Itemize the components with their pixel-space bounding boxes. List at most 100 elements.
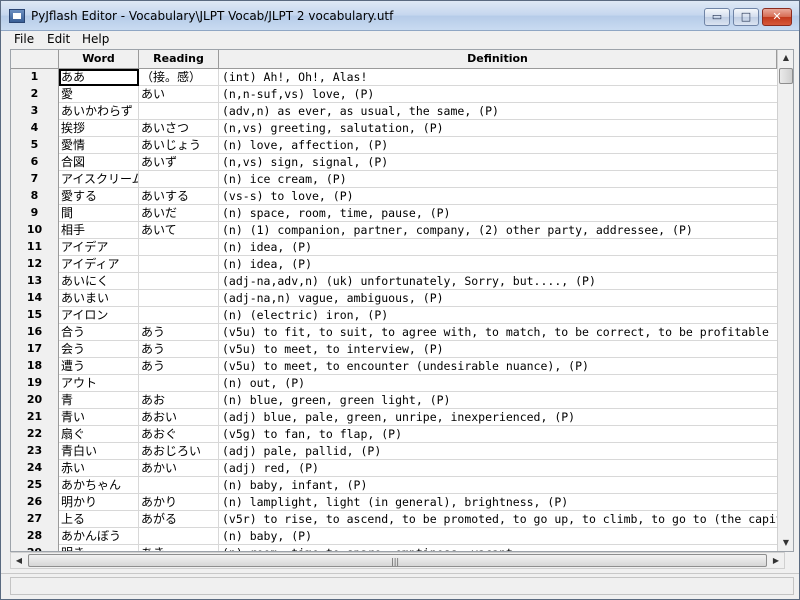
cell-definition[interactable]: (adj-na,adv,n) (uk) unfortunately, Sorry… <box>219 273 777 290</box>
cell-reading[interactable]: あいする <box>139 188 219 205</box>
table-row[interactable]: 7 アイスクリーム (n) ice cream, (P) <box>11 171 777 188</box>
table-row[interactable]: 28 あかんぼう (n) baby, (P) <box>11 528 777 545</box>
cell-definition[interactable]: (v5g) to fan, to flap, (P) <box>219 426 777 443</box>
header-word[interactable]: Word <box>59 50 139 69</box>
row-number[interactable]: 22 <box>11 426 59 443</box>
table-row[interactable]: 17 会う あう (v5u) to meet, to interview, (P) <box>11 341 777 358</box>
cell-definition[interactable]: (n) ice cream, (P) <box>219 171 777 188</box>
cell-word[interactable]: 相手 <box>59 222 139 239</box>
cell-reading[interactable]: あう <box>139 324 219 341</box>
row-number[interactable]: 21 <box>11 409 59 426</box>
maximize-button[interactable]: □ <box>733 8 759 26</box>
cell-word[interactable]: アイディア <box>59 256 139 273</box>
scroll-left-icon[interactable]: ◀ <box>11 553 27 568</box>
cell-word[interactable]: 青 <box>59 392 139 409</box>
row-number[interactable]: 11 <box>11 239 59 256</box>
cell-definition[interactable]: (n) love, affection, (P) <box>219 137 777 154</box>
row-number[interactable]: 13 <box>11 273 59 290</box>
cell-definition[interactable]: (adj) red, (P) <box>219 460 777 477</box>
table-row[interactable]: 25 あかちゃん (n) baby, infant, (P) <box>11 477 777 494</box>
cell-word[interactable]: あいにく <box>59 273 139 290</box>
cell-reading[interactable] <box>139 290 219 307</box>
cell-definition[interactable]: (adj-na,n) vague, ambiguous, (P) <box>219 290 777 307</box>
row-number[interactable]: 4 <box>11 120 59 137</box>
minimize-button[interactable]: ▭ <box>704 8 730 26</box>
table-row[interactable]: 9 間あいだ (n) space, room, time, pause, (P) <box>11 205 777 222</box>
cell-word[interactable]: 合図 <box>59 154 139 171</box>
row-number[interactable]: 28 <box>11 528 59 545</box>
cell-reading[interactable] <box>139 477 219 494</box>
cell-reading[interactable]: あがる <box>139 511 219 528</box>
cell-definition[interactable]: (n) room, time to spare, emptiness, vaca… <box>219 545 777 551</box>
table-row[interactable]: 18 遭う あう (v5u) to meet, to encounter (undes… <box>11 358 777 375</box>
cell-reading[interactable]: あいず <box>139 154 219 171</box>
row-number[interactable]: 10 <box>11 222 59 239</box>
cell-word[interactable]: 赤い <box>59 460 139 477</box>
cell-definition[interactable]: (v5u) to meet, to interview, (P) <box>219 341 777 358</box>
vertical-scroll-thumb[interactable] <box>779 68 793 84</box>
table-row[interactable]: 10 相手 あいて (n) (1) companion, partner, compa… <box>11 222 777 239</box>
cell-word[interactable]: 合う <box>59 324 139 341</box>
table-row[interactable]: 19 アウト (n) out, (P) <box>11 375 777 392</box>
table-row[interactable]: 20 青あお (n) blue, green, green light, (P) <box>11 392 777 409</box>
header-reading[interactable]: Reading <box>139 50 219 69</box>
corner-header[interactable] <box>11 50 59 69</box>
cell-word[interactable]: 青白い <box>59 443 139 460</box>
cell-reading[interactable] <box>139 528 219 545</box>
cell-definition[interactable]: (adj) blue, pale, green, unripe, inexper… <box>219 409 777 426</box>
table-row[interactable]: 24 赤い あかい (adj) red, (P) <box>11 460 777 477</box>
close-button[interactable]: ✕ <box>762 8 792 26</box>
horizontal-scrollbar[interactable]: ◀ ||| ▶ <box>10 552 785 569</box>
cell-word[interactable]: あかんぼう <box>59 528 139 545</box>
table-row[interactable]: 12 アイディア (n) idea, (P) <box>11 256 777 273</box>
table-row[interactable]: 11 アイデア (n) idea, (P) <box>11 239 777 256</box>
cell-definition[interactable]: (v5u) to fit, to suit, to agree with, to… <box>219 324 777 341</box>
row-number[interactable]: 26 <box>11 494 59 511</box>
cell-reading[interactable] <box>139 103 219 120</box>
cell-reading[interactable]: あう <box>139 358 219 375</box>
scroll-down-icon[interactable]: ▼ <box>778 535 793 551</box>
cell-definition[interactable]: (adj) pale, pallid, (P) <box>219 443 777 460</box>
title-bar[interactable]: PyJflash Editor - Vocabulary\JLPT Vocab/… <box>1 1 799 31</box>
cell-reading[interactable]: あい <box>139 86 219 103</box>
cell-reading[interactable]: あいさつ <box>139 120 219 137</box>
scroll-up-icon[interactable]: ▲ <box>778 50 793 66</box>
table-row[interactable]: 29明きあき(n) room, time to spare, emptiness… <box>11 545 777 551</box>
row-number[interactable]: 18 <box>11 358 59 375</box>
cell-reading[interactable]: あおじろい <box>139 443 219 460</box>
table-row[interactable]: 6 合図 あいず (n,vs) sign, signal, (P) <box>11 154 777 171</box>
menu-file[interactable]: File <box>10 32 38 46</box>
row-number[interactable]: 3 <box>11 103 59 120</box>
cell-definition[interactable]: (n) (1) companion, partner, company, (2)… <box>219 222 777 239</box>
row-number[interactable]: 27 <box>11 511 59 528</box>
row-number[interactable]: 19 <box>11 375 59 392</box>
cell-definition[interactable]: (n,vs) greeting, salutation, (P) <box>219 120 777 137</box>
cell-word[interactable]: 会う <box>59 341 139 358</box>
cell-definition[interactable]: (n) out, (P) <box>219 375 777 392</box>
cell-reading[interactable]: あお <box>139 392 219 409</box>
cell-reading[interactable]: あおい <box>139 409 219 426</box>
row-number[interactable]: 16 <box>11 324 59 341</box>
table-row[interactable]: 27 上る あがる (v5r) to rise, to ascend, to be p… <box>11 511 777 528</box>
cell-definition[interactable]: (n,vs) sign, signal, (P) <box>219 154 777 171</box>
table-row[interactable]: 23 青白い あおじろい (adj) pale, pallid, (P) <box>11 443 777 460</box>
cell-reading[interactable]: あおぐ <box>139 426 219 443</box>
cell-word[interactable]: 間 <box>59 205 139 222</box>
row-number[interactable]: 1 <box>11 69 59 86</box>
table-row[interactable]: 16 合う あう (v5u) to fit, to suit, to agree wi… <box>11 324 777 341</box>
app-icon[interactable] <box>9 9 25 23</box>
table-row[interactable]: 13 あいにく (adj-na,adv,n) (uk) unfortunately,… <box>11 273 777 290</box>
table-row[interactable]: 14 あいまい (adj-na,n) vague, ambiguous, (P) <box>11 290 777 307</box>
cell-definition[interactable]: (int) Ah!, Oh!, Alas! <box>219 69 777 86</box>
cell-reading[interactable]: あいじょう <box>139 137 219 154</box>
cell-word[interactable]: あいまい <box>59 290 139 307</box>
cell-definition[interactable]: (n,n-suf,vs) love, (P) <box>219 86 777 103</box>
cell-definition[interactable]: (n) space, room, time, pause, (P) <box>219 205 777 222</box>
cell-definition[interactable]: (n) idea, (P) <box>219 239 777 256</box>
cell-definition[interactable]: (n) baby, infant, (P) <box>219 477 777 494</box>
cell-word[interactable]: 明き <box>59 545 139 551</box>
table-row[interactable]: 3 あいかわらず (adv,n) as ever, as usual, the sa… <box>11 103 777 120</box>
cell-word[interactable]: あかちゃん <box>59 477 139 494</box>
row-number[interactable]: 12 <box>11 256 59 273</box>
row-number[interactable]: 25 <box>11 477 59 494</box>
